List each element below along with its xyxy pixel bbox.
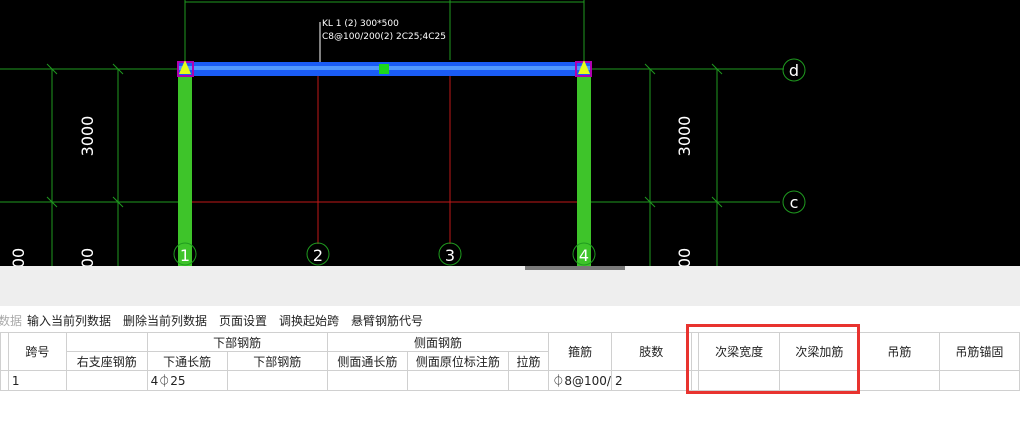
panel-splitter[interactable] (0, 270, 1020, 307)
cad-drawing-area[interactable]: KL 1 (2) 300*500 C8@100/200(2) 2C25;4C25… (0, 0, 1020, 266)
axis-label-d: d (789, 61, 799, 80)
header-gap (690, 332, 700, 371)
header-bottom-rebar[interactable]: 下部钢筋 (226, 351, 328, 371)
axis-label-c: c (790, 193, 799, 212)
dim-text-bottom: 00 (9, 248, 28, 266)
beam-label-line1: KL 1 (2) 300*500 (322, 19, 399, 29)
dim-text-bottom: 00 (675, 248, 694, 266)
axis-label-2: 2 (313, 246, 323, 265)
table-row: 1 4⏀25 ⏀8@100/ 2 (0, 370, 1020, 391)
header-tie-bar[interactable]: 拉筋 (507, 351, 550, 371)
header-span-no[interactable]: 跨号 (7, 332, 68, 371)
dim-text-bottom: 00 (78, 248, 97, 266)
cell-span-no[interactable]: 1 (7, 370, 68, 391)
table-toolbar: 数据 输入当前列数据 删除当前列数据 页面设置 调换起始跨 悬臂钢筋代号 (0, 306, 1020, 332)
header-bottom-through[interactable]: 下通长筋 (146, 351, 228, 371)
column-1[interactable] (178, 73, 192, 266)
cell-tie-bar[interactable] (507, 370, 550, 391)
cell-side-through[interactable] (326, 370, 409, 391)
cell-hanger[interactable] (858, 370, 940, 391)
header-spacer (66, 332, 148, 352)
cell-side-in-situ[interactable] (407, 370, 509, 391)
swap-start-span-button[interactable]: 调换起始跨 (279, 312, 339, 329)
row-header-corner (0, 332, 9, 371)
header-bottom-rebar-group[interactable]: 下部钢筋 (146, 332, 328, 352)
cell-bottom-rebar[interactable] (226, 370, 328, 391)
header-side-in-situ[interactable]: 侧面原位标注筋 (407, 351, 509, 371)
axis-label-4: 4 (579, 246, 589, 265)
cell-secondary-beam-width[interactable] (698, 370, 780, 391)
dim-text-left: 3000 (78, 116, 97, 157)
cell-bottom-through[interactable]: 4⏀25 (146, 370, 228, 391)
header-secondary-beam-rebar[interactable]: 次梁加筋 (778, 332, 860, 371)
row-header[interactable] (0, 370, 9, 391)
beam-label-line2: C8@100/200(2) 2C25;4C25 (322, 32, 446, 42)
rebar-table: 跨号 下部钢筋 侧面钢筋 箍筋 肢数 次梁宽度 次梁加筋 吊筋 吊筋锚固 右支座… (0, 332, 1020, 391)
column-4[interactable] (577, 73, 591, 266)
beam-midpoint-grip[interactable] (379, 64, 389, 74)
axis-label-3: 3 (445, 246, 455, 265)
header-hanger[interactable]: 吊筋 (858, 332, 940, 371)
header-side-rebar-group[interactable]: 侧面钢筋 (326, 332, 550, 352)
cell-leg-count[interactable]: 2 (610, 370, 692, 391)
header-stirrup[interactable]: 箍筋 (548, 332, 612, 371)
cell-right-support[interactable] (66, 370, 148, 391)
cell-stirrup[interactable]: ⏀8@100/ (548, 370, 612, 391)
header-side-through[interactable]: 侧面通长筋 (326, 351, 409, 371)
header-hanger-anchor[interactable]: 吊筋锚固 (938, 332, 1020, 371)
delete-column-data-button[interactable]: 删除当前列数据 (123, 312, 207, 329)
toolbar-partial-item[interactable]: 数据 (0, 312, 22, 329)
input-column-data-button[interactable]: 输入当前列数据 (27, 312, 111, 329)
cell-hanger-anchor[interactable] (938, 370, 1020, 391)
page-setup-button[interactable]: 页面设置 (219, 312, 267, 329)
axis-label-1: 1 (180, 246, 190, 265)
dim-text-right: 3000 (675, 116, 694, 157)
cantilever-rebar-code-button[interactable]: 悬臂钢筋代号 (351, 312, 423, 329)
header-right-support[interactable]: 右支座钢筋 (66, 351, 148, 371)
header-secondary-beam-width[interactable]: 次梁宽度 (698, 332, 780, 371)
cell-gap (690, 370, 700, 391)
cell-secondary-beam-rebar[interactable] (778, 370, 860, 391)
header-leg-count[interactable]: 肢数 (610, 332, 692, 371)
